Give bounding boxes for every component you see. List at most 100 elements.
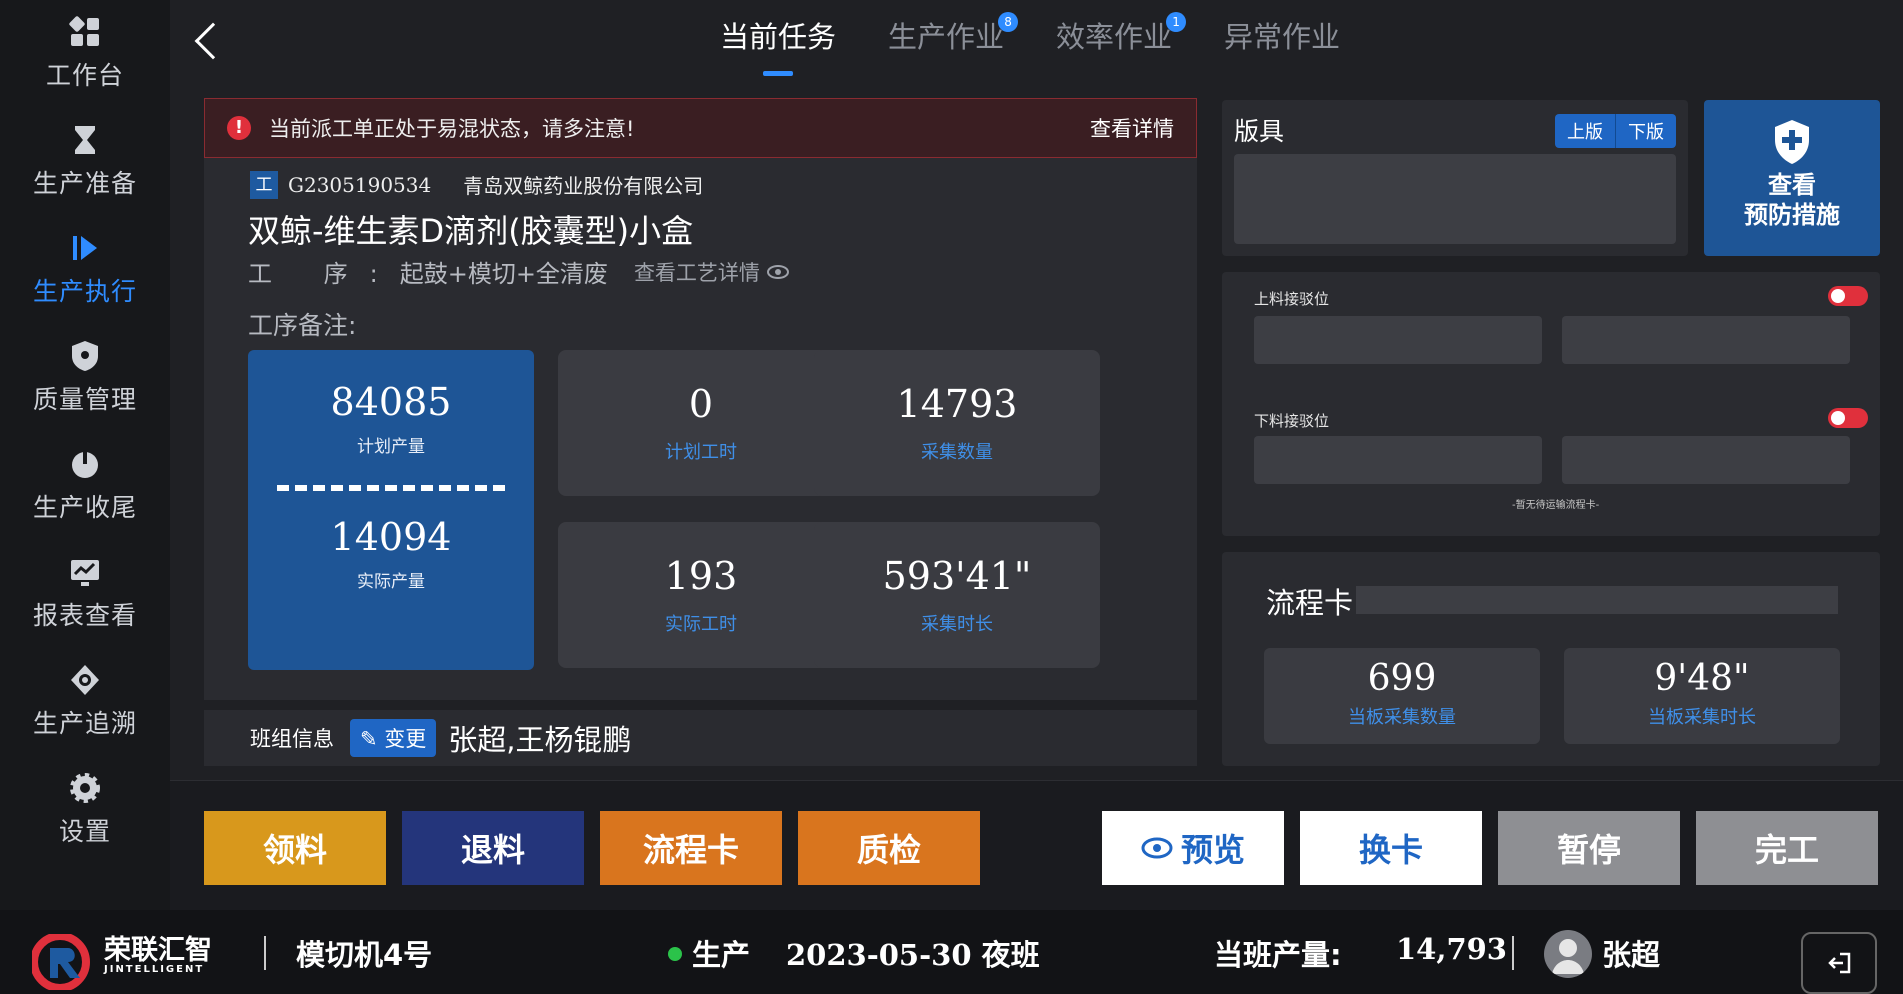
plan-output-label: 计划产量 [357, 437, 425, 457]
flowcard-title: 流程卡 [1266, 586, 1354, 620]
mount-plate-button[interactable]: 上版 [1555, 114, 1615, 148]
user-name: 张超 [1602, 938, 1661, 972]
grid-icon [69, 16, 99, 46]
sidebar: 工作台 生产准备 生产执行 质量管理 生产收尾 报表查看 生产追溯 设置 [0, 0, 170, 910]
shield-plus-icon [1775, 120, 1809, 164]
machine-name: 模切机4号 [296, 938, 433, 972]
production-status: 生产 [692, 938, 751, 972]
shift-output-label: 当班产量: [1214, 938, 1342, 972]
tab-current-task[interactable]: 当前任务 [720, 14, 836, 76]
output-card: 84085 计划产量 14094 实际产量 [248, 350, 534, 670]
sidebar-item-prep[interactable]: 生产准备 [0, 108, 170, 218]
board-qty-card: 699 当板采集数量 [1264, 648, 1540, 744]
pause-button[interactable]: 暂停 [1498, 811, 1680, 885]
unload-station-toggle[interactable] [1828, 408, 1868, 428]
unmount-plate-button[interactable]: 下版 [1615, 114, 1676, 148]
prevention-line1: 查看 [1768, 171, 1816, 199]
view-prevention-button[interactable]: 查看 预防措施 [1704, 100, 1880, 256]
sidebar-item-execution[interactable]: 生产执行 [0, 216, 170, 326]
actual-hours-card: 193 实际工时 [558, 522, 844, 668]
sidebar-item-label: 质量管理 [32, 385, 137, 414]
sidebar-item-label: 生产执行 [32, 277, 137, 306]
play-icon [73, 236, 97, 260]
process-detail-link[interactable]: 查看工艺详情 [634, 257, 790, 287]
actual-output-label: 实际产量 [357, 572, 425, 592]
load-slot-2 [1562, 316, 1850, 364]
sidebar-item-label: 生产准备 [32, 169, 137, 198]
logout-icon [1828, 952, 1851, 974]
eye-icon [1141, 837, 1173, 859]
brand-subtitle: JINTELLIGENT [104, 964, 205, 975]
gear-icon [70, 773, 100, 803]
alert-icon: ! [227, 116, 251, 140]
sidebar-item-settings[interactable]: 设置 [0, 756, 170, 866]
divider [264, 936, 266, 970]
plate-title: 版具 [1234, 117, 1285, 146]
no-flowcard-note: -暂无待运输流程卡- [1512, 500, 1600, 511]
sidebar-item-workbench[interactable]: 工作台 [0, 0, 170, 110]
process-value: 起鼓+模切+全清废 [399, 260, 608, 288]
count-badge: 1 [1166, 12, 1187, 32]
avatar [1544, 930, 1592, 978]
swap-card-button[interactable]: 换卡 [1300, 811, 1482, 885]
plate-card: 版具 上版 下版 [1222, 100, 1688, 256]
order-number: G2305190534 [288, 172, 432, 197]
brand-name: 荣联汇智 [104, 935, 212, 966]
process-remark-label: 工序备注: [248, 311, 357, 340]
tab-efficiency-job[interactable]: 效率作业 1 [1056, 12, 1187, 76]
view-details-link[interactable]: 查看详情 [1090, 113, 1174, 143]
unload-station-label: 下料接驳位 [1254, 412, 1330, 430]
shield-icon [72, 341, 98, 371]
count-badge: 8 [998, 12, 1019, 32]
eye-icon [766, 264, 789, 279]
sidebar-item-label: 工作台 [45, 61, 124, 90]
sidebar-item-label: 生产追溯 [32, 709, 137, 738]
preview-button[interactable]: 预览 [1102, 811, 1284, 885]
quality-check-button[interactable]: 质检 [798, 811, 980, 885]
collect-qty-card: 14793 采集数量 [814, 350, 1100, 496]
action-bar: 领料 退料 流程卡 质检 预览 换卡 暂停 完工 [170, 780, 1903, 910]
order-type-tag: 工 [250, 170, 278, 199]
tab-bar: 当前任务 生产作业 8 效率作业 1 异常作业 [720, 12, 1340, 76]
sidebar-item-wrapup[interactable]: 生产收尾 [0, 432, 170, 542]
sidebar-item-trace[interactable]: 生产追溯 [0, 648, 170, 758]
tab-production-job[interactable]: 生产作业 8 [888, 12, 1019, 76]
power-icon [72, 450, 98, 478]
date-shift: 2023-05-30 夜班 [786, 938, 1040, 972]
plate-toggle: 上版 下版 [1555, 114, 1676, 148]
company-name: 青岛双鲸药业股份有限公司 [463, 174, 704, 198]
finish-button[interactable]: 完工 [1696, 811, 1878, 885]
prevention-line2: 预防措施 [1744, 201, 1840, 229]
return-material-button[interactable]: 退料 [402, 811, 584, 885]
hourglass-icon [75, 126, 95, 154]
unload-slot-1 [1254, 436, 1542, 484]
chart-icon [71, 560, 99, 586]
plan-output-value: 84085 [330, 380, 452, 424]
flowcard-card: 流程卡 699 当板采集数量 9'48" 当板采集时长 [1222, 552, 1880, 766]
change-crew-button[interactable]: ✎ 变更 [350, 719, 437, 757]
shift-output-value: 14,793 [1396, 932, 1507, 966]
crew-names: 张超,王杨锟鹏 [448, 723, 632, 757]
trace-icon [71, 665, 99, 695]
feed-station-card: 上料接驳位 下料接驳位 -暂无待运输流程卡- [1222, 272, 1880, 536]
plate-content [1234, 154, 1676, 244]
pick-material-button[interactable]: 领料 [204, 811, 386, 885]
actual-output-value: 14094 [330, 515, 452, 559]
sidebar-item-quality[interactable]: 质量管理 [0, 324, 170, 434]
flowcard-button[interactable]: 流程卡 [600, 811, 782, 885]
brand-logo [32, 934, 90, 990]
unload-slot-2 [1562, 436, 1850, 484]
warning-text: 当前派工单正处于易混状态，请多注意! [269, 117, 635, 141]
tab-exception-job[interactable]: 异常作业 [1224, 14, 1340, 76]
sidebar-item-label: 生产收尾 [32, 493, 137, 522]
load-station-label: 上料接驳位 [1254, 290, 1330, 308]
status-dot [668, 947, 682, 961]
plan-hours-card: 0 计划工时 [558, 350, 844, 496]
load-station-toggle[interactable] [1828, 286, 1868, 306]
sidebar-item-reports[interactable]: 报表查看 [0, 540, 170, 650]
sidebar-item-label: 设置 [58, 817, 111, 846]
task-panel: 工 G2305190534 青岛双鲸药业股份有限公司 双鲸-维生素D滴剂(胶囊型… [204, 158, 1197, 700]
warning-banner: ! 当前派工单正处于易混状态，请多注意! 查看详情 [204, 98, 1197, 158]
process-label: 工 序: [248, 260, 400, 288]
logout-button[interactable] [1801, 932, 1877, 994]
